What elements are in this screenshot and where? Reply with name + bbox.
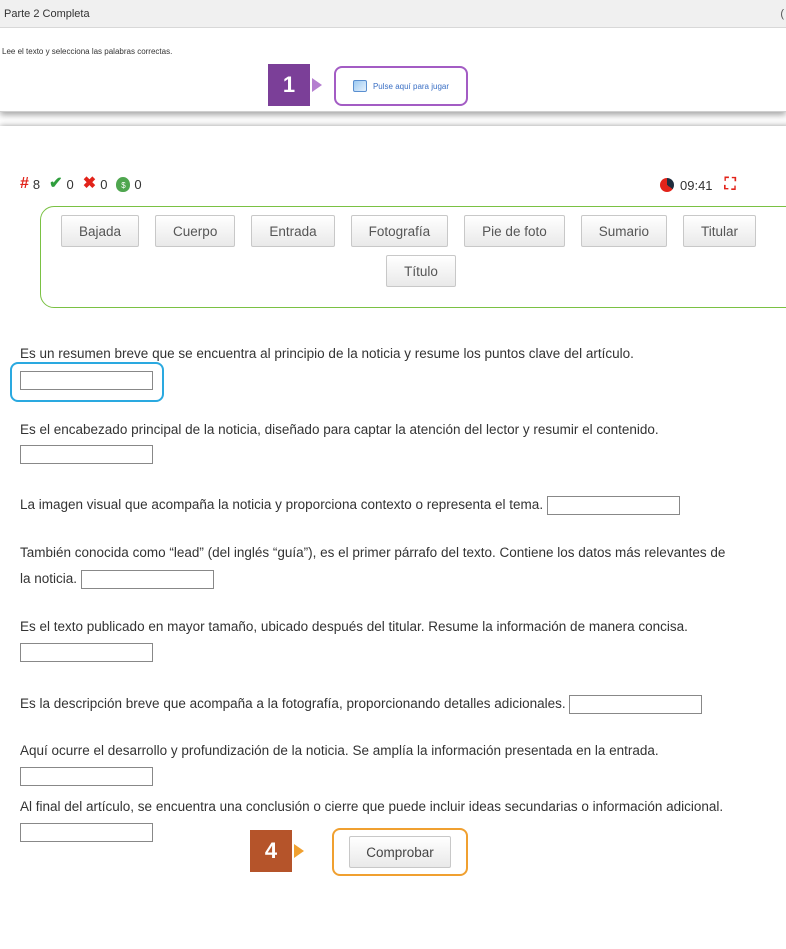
panel-edge-glyph: ( <box>780 8 784 20</box>
answer-input-3[interactable] <box>546 495 680 515</box>
clock-icon <box>660 178 674 192</box>
answer-slot-2 <box>20 445 153 464</box>
answer-input-7[interactable] <box>20 767 153 786</box>
correct-count: 0 <box>66 176 74 192</box>
answer-slot-5 <box>20 643 153 662</box>
word-pie-de-foto[interactable]: Pie de foto <box>464 215 565 247</box>
play-link-label: Pulse aquí para jugar <box>372 81 450 91</box>
word-row: Bajada Cuerpo Entrada Fotografía Pie de … <box>41 215 786 247</box>
check-icon: ✔ <box>49 175 63 192</box>
timer-area: 09:41 ⛶ <box>660 176 736 194</box>
instructions-panel: Parte 2 Completa ( Lee el texto y selecc… <box>0 0 786 112</box>
word-fotografia[interactable]: Fotografía <box>350 215 449 247</box>
answer-slot-8 <box>20 823 153 842</box>
answer-slot-7 <box>20 767 153 786</box>
word-titular[interactable]: Titular <box>683 215 757 247</box>
step-badge-1: 1 <box>268 64 322 106</box>
play-link[interactable]: Pulse aquí para jugar <box>334 66 468 106</box>
word-bajada[interactable]: Bajada <box>61 215 140 247</box>
question-3-line: La imagen visual que acompaña la noticia… <box>20 492 680 518</box>
answer-slot-1 <box>20 371 153 390</box>
question-8: Al final del artículo, se encuentra una … <box>20 799 724 814</box>
question-6-line: Es la descripción breve que acompaña a l… <box>20 691 703 717</box>
question-7: Aquí ocurre el desarrollo y profundizaci… <box>20 743 659 758</box>
money-bag-icon: $ <box>116 176 131 192</box>
score-count: 0 <box>134 176 142 192</box>
hash-icon: # <box>20 175 29 192</box>
word-row: Título <box>41 255 786 287</box>
answer-input-2[interactable] <box>20 445 153 464</box>
question-4-cont: la noticia. <box>20 571 78 586</box>
word-titulo[interactable]: Título <box>386 255 456 287</box>
question-3: La imagen visual que acompaña la noticia… <box>20 497 544 512</box>
instruction-text: Lee el texto y selecciona las palabras c… <box>2 47 173 56</box>
total-count: 8 <box>32 176 41 192</box>
answer-input-6[interactable] <box>569 694 703 714</box>
question-6: Es la descripción breve que acompaña a l… <box>20 696 566 711</box>
word-entrada[interactable]: Entrada <box>251 215 335 247</box>
wrong-count: 0 <box>100 176 108 192</box>
answer-input-5[interactable] <box>20 643 153 662</box>
question-4: También conocida como “lead” (del inglés… <box>20 545 726 560</box>
panel-title: Parte 2 Completa <box>0 0 786 28</box>
step-badge-4: 4 <box>250 830 304 872</box>
x-icon: ✖ <box>82 175 97 192</box>
question-2: Es el encabezado principal de la noticia… <box>20 422 659 437</box>
exit-fullscreen-icon[interactable]: ⛶ <box>725 176 736 194</box>
answer-input-8[interactable] <box>20 823 153 842</box>
game-thumbnail-icon <box>352 80 367 92</box>
check-button-frame: Comprobar <box>332 828 468 876</box>
check-button[interactable]: Comprobar <box>349 836 451 868</box>
answer-input-1[interactable] <box>20 371 153 390</box>
word-cuerpo[interactable]: Cuerpo <box>155 215 236 247</box>
stats-bar: # 8 ✔ 0 ✖ 0 $ 0 <box>20 176 147 192</box>
timer-value: 09:41 <box>680 177 713 193</box>
word-sumario[interactable]: Sumario <box>580 215 667 247</box>
answer-input-4[interactable] <box>80 569 214 589</box>
question-1: Es un resumen breve que se encuentra al … <box>20 346 634 361</box>
word-bank: Bajada Cuerpo Entrada Fotografía Pie de … <box>40 206 786 308</box>
question-5: Es el texto publicado en mayor tamaño, u… <box>20 619 688 634</box>
game-panel: # 8 ✔ 0 ✖ 0 $ 0 09:41 ⛶ Bajada Cuerpo En… <box>0 126 786 949</box>
question-4-line-2: la noticia. <box>20 566 214 592</box>
